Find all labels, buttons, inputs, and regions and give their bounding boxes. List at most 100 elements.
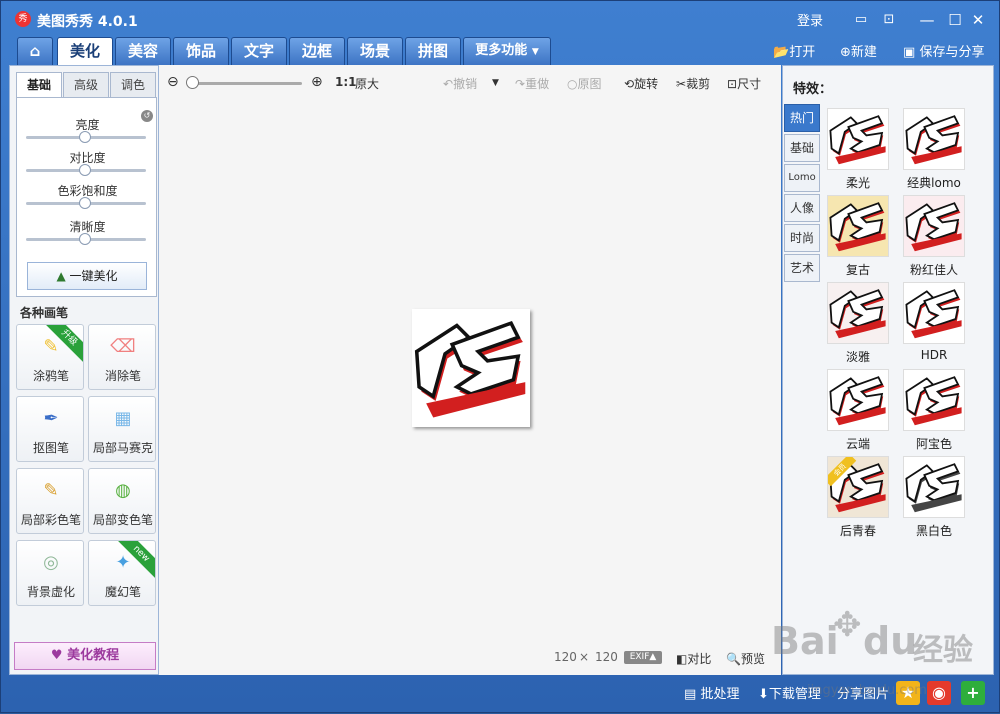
effect-thumbnail[interactable]: 会员 — [827, 456, 889, 518]
saturation-knob[interactable] — [79, 197, 91, 209]
category-tab[interactable]: 人像 — [784, 194, 820, 222]
logo-art — [904, 283, 964, 343]
crop-button[interactable]: ✂裁剪 — [676, 75, 710, 92]
effect-thumbnail[interactable] — [903, 369, 965, 431]
effect-label: HDR — [920, 348, 948, 362]
save-share-button[interactable]: ▣ 保存与分享 — [903, 41, 984, 60]
effect-item[interactable]: 柔光 — [825, 108, 891, 192]
brush-paintbrush[interactable]: ✎ 涂鸦笔 升级 — [16, 324, 84, 390]
effect-item[interactable]: 会员 后青春 — [825, 456, 891, 540]
tutorial-button[interactable]: ♥ 美化教程 — [14, 642, 156, 670]
brush-pen-nib[interactable]: ✒ 抠图笔 — [16, 396, 84, 462]
effect-label: 淡雅 — [845, 350, 870, 364]
skin-icon[interactable]: ⊡ — [879, 10, 899, 30]
effect-thumbnail[interactable] — [827, 369, 889, 431]
zoom-in-icon[interactable]: ⊕ — [311, 74, 323, 90]
brush-magic-pen[interactable]: ✦ 魔幻笔 new — [88, 540, 156, 606]
contrast-knob[interactable] — [79, 164, 91, 176]
redo-label: 重做 — [525, 77, 550, 91]
effect-item[interactable]: HDR — [901, 282, 967, 366]
effect-thumbnail[interactable] — [903, 456, 965, 518]
mosaic-icon: ▦ — [114, 408, 132, 429]
close-icon[interactable]: ✕ — [968, 10, 988, 30]
photo-canvas[interactable] — [412, 309, 530, 427]
category-tab[interactable]: 基础 — [784, 134, 820, 162]
category-tab[interactable]: 艺术 — [784, 254, 820, 282]
brush-eraser[interactable]: ⌫ 消除笔 — [88, 324, 156, 390]
effect-item[interactable]: 粉红佳人 — [901, 195, 967, 279]
auto-beautify-button[interactable]: ▲ 一键美化 — [27, 262, 147, 290]
brush-label: 背景虚化 — [26, 585, 75, 599]
effect-thumbnail[interactable] — [903, 195, 965, 257]
tab-frame[interactable]: 边框 — [289, 37, 345, 65]
minimize-icon[interactable]: — — [917, 10, 937, 30]
maximize-icon[interactable]: ☐ — [945, 10, 965, 30]
tab-accessories[interactable]: 饰品 — [173, 37, 229, 65]
undo-label: 撤销 — [453, 77, 478, 91]
logo-art — [904, 196, 964, 256]
tab-color[interactable]: 调色 — [110, 72, 156, 98]
original-size-button[interactable]: 原大 — [355, 75, 379, 92]
effect-thumbnail[interactable] — [903, 282, 965, 344]
rotate-button[interactable]: ⟲旋转 — [624, 75, 658, 92]
brush-paint-bucket[interactable]: ◍ 局部变色笔 — [88, 468, 156, 534]
tab-collage[interactable]: 拼图 — [405, 37, 461, 65]
baidu-logo-left: Bai — [771, 619, 839, 663]
right-panel: 特效： 热门 基础 Lomo 人像 时尚 艺术 柔光 经典lomo 复古 粉红佳人淡雅 HDR 云端… — [782, 65, 994, 675]
effect-item[interactable]: 云端 — [825, 369, 891, 453]
exif-button[interactable]: EXIF▲ — [624, 651, 662, 664]
brightness-knob[interactable] — [79, 131, 91, 143]
brush-blur[interactable]: ◎ 背景虚化 — [16, 540, 84, 606]
times-sign: × — [579, 650, 590, 664]
category-tab[interactable]: Lomo — [784, 164, 820, 192]
resize-button[interactable]: ⊡尺寸 — [727, 75, 761, 92]
tab-beautify[interactable]: 美化 — [57, 37, 113, 65]
tab-beauty[interactable]: 美容 — [115, 37, 171, 65]
color-brush-icon: ✎ — [43, 480, 59, 501]
brush-mosaic[interactable]: ▦ 局部马赛克 — [88, 396, 156, 462]
wand-icon: ▲ — [56, 269, 66, 283]
zoom-out-icon[interactable]: ⊖ — [167, 74, 179, 90]
sharpness-knob[interactable] — [79, 233, 91, 245]
more-label: 更多功能 — [475, 43, 528, 58]
effect-item[interactable]: 黑白色 — [901, 456, 967, 540]
open-button[interactable]: 📂打开 — [773, 41, 815, 60]
category-tab[interactable]: 时尚 — [784, 224, 820, 252]
effect-item[interactable]: 淡雅 — [825, 282, 891, 366]
redo-button[interactable]: ↷重做 — [515, 75, 549, 92]
zoom-ratio[interactable]: 1:1 — [335, 75, 357, 89]
effect-thumbnail[interactable] — [827, 195, 889, 257]
feedback-icon[interactable]: ▭ — [851, 10, 871, 30]
tab-scene[interactable]: 场景 — [347, 37, 403, 65]
undo-button[interactable]: ↶撤销 — [443, 75, 477, 92]
effect-item[interactable]: 复古 — [825, 195, 891, 279]
effect-label: 粉红佳人 — [909, 263, 958, 277]
effect-thumbnail[interactable] — [827, 108, 889, 170]
category-tab[interactable]: 热门 — [784, 104, 820, 132]
title-bar: 秀 美图秀秀 4.0.1 登录 ▭ ⊡ — ☐ ✕ — [1, 1, 1000, 37]
effect-thumbnail[interactable] — [903, 108, 965, 170]
original-button[interactable]: ○原图 — [567, 75, 602, 92]
zoom-knob[interactable] — [186, 76, 199, 89]
effects-title: 特效： — [793, 82, 833, 97]
home-tab[interactable]: ⌂ — [17, 37, 53, 65]
effect-thumbnail[interactable] — [827, 282, 889, 344]
tab-more[interactable]: 更多功能 ▼ — [463, 37, 551, 65]
undo-dropdown-icon[interactable]: ▼ — [492, 78, 499, 88]
logo-art — [828, 196, 888, 256]
effect-item[interactable]: 阿宝色 — [901, 369, 967, 453]
zoom-slider[interactable] — [187, 82, 302, 85]
effect-item[interactable]: 经典lomo — [901, 108, 967, 192]
auto-beautify-label: 一键美化 — [69, 269, 118, 283]
brush-color-brush[interactable]: ✎ 局部彩色笔 — [16, 468, 84, 534]
paint-bucket-icon: ◍ — [115, 480, 131, 501]
batch-icon: ▤ — [684, 687, 697, 702]
brush-label: 涂鸦笔 — [32, 369, 69, 383]
tab-advanced[interactable]: 高级 — [63, 72, 109, 98]
chevron-down-icon: ▼ — [531, 47, 539, 57]
tab-text[interactable]: 文字 — [231, 37, 287, 65]
tab-basic[interactable]: 基础 — [16, 72, 62, 98]
eraser-icon: ⌫ — [110, 336, 136, 357]
new-button[interactable]: ⊕新建 — [840, 41, 877, 60]
login-link[interactable]: 登录 — [797, 10, 823, 29]
